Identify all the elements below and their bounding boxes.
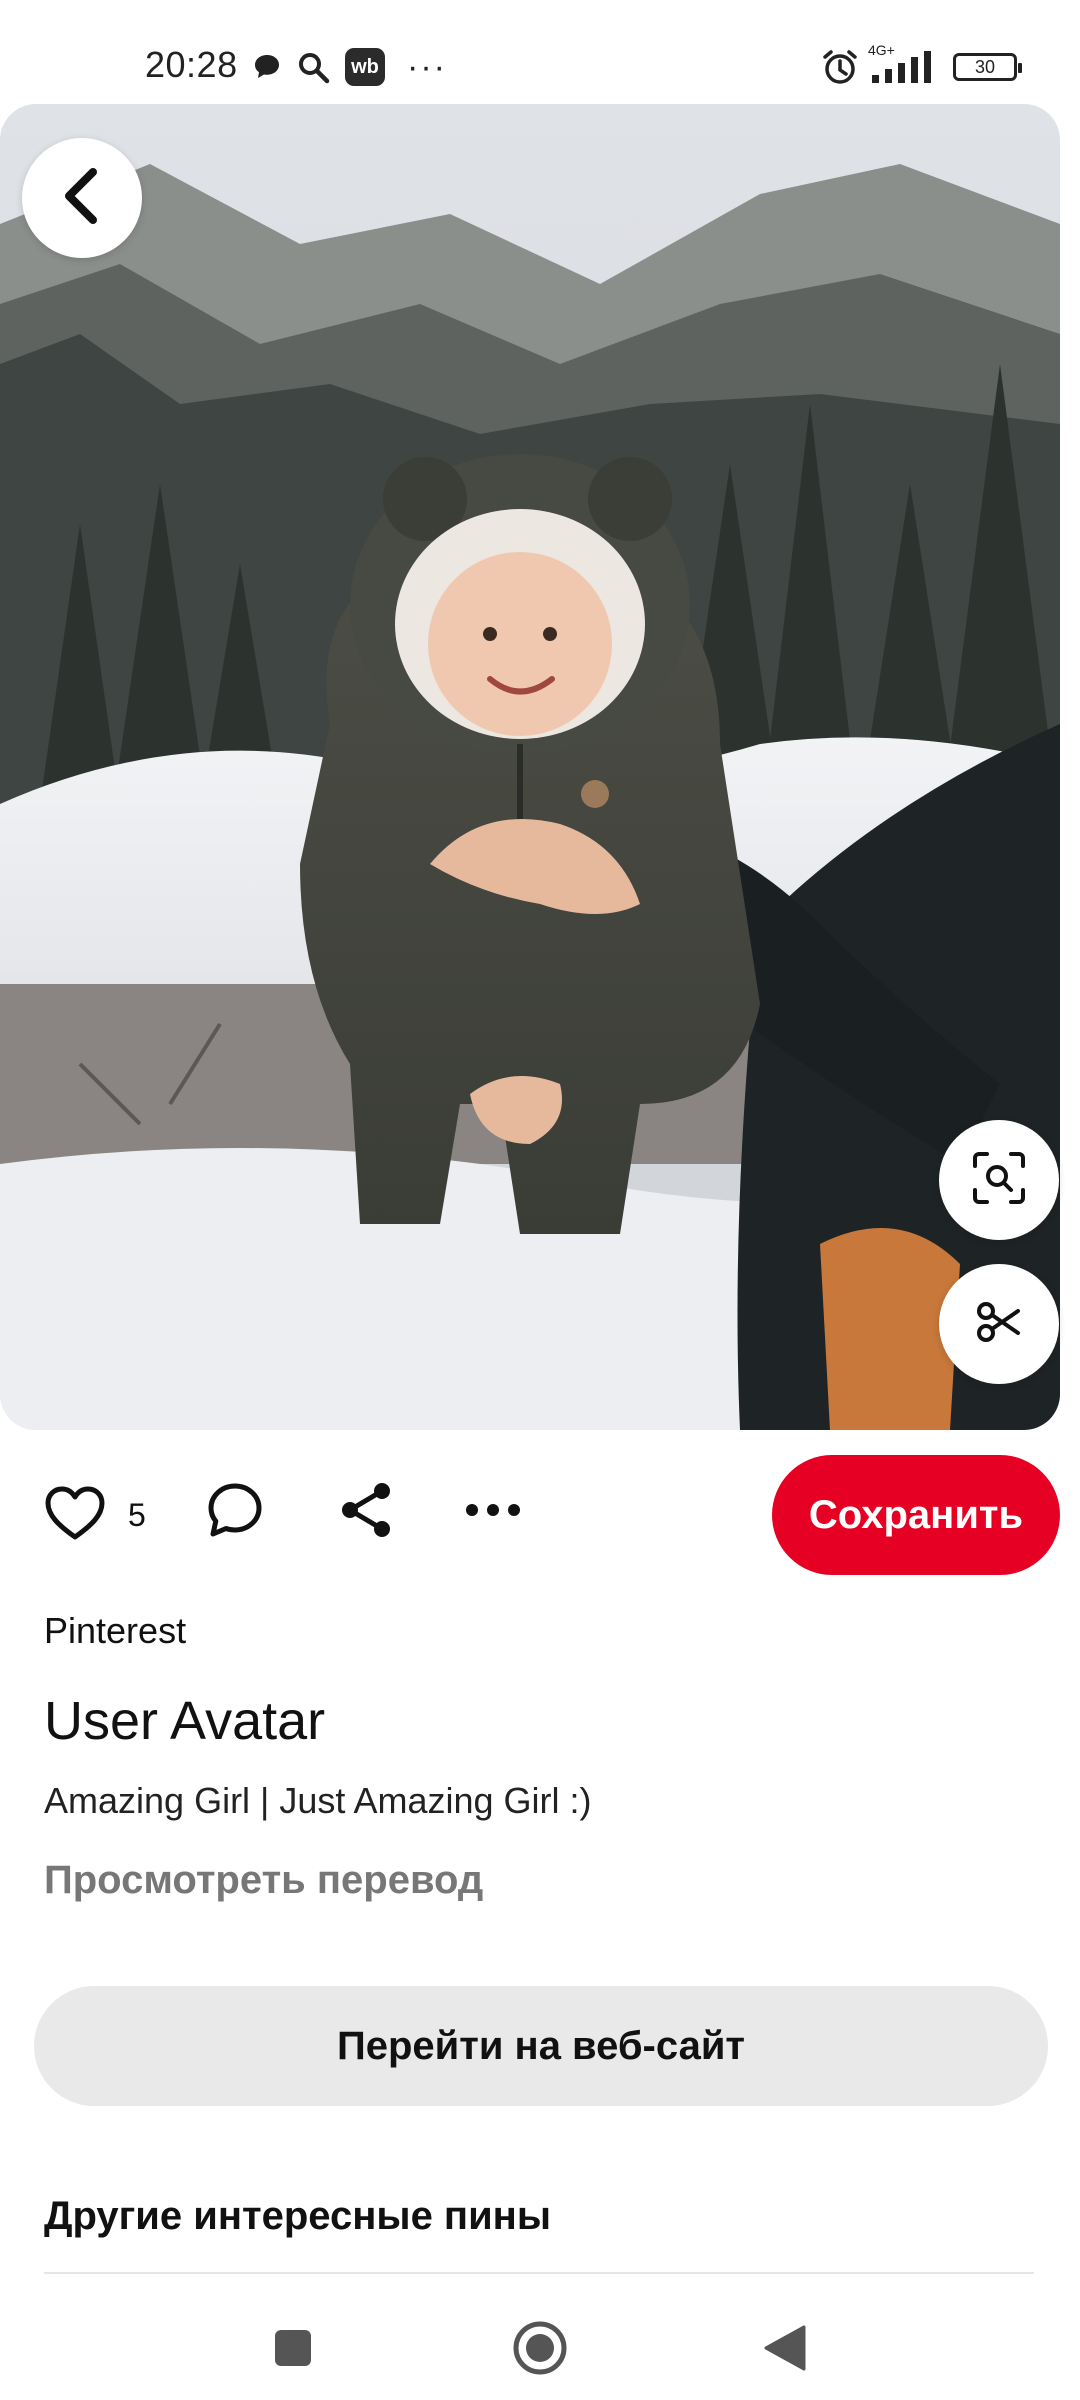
recents-square-icon: [271, 2326, 315, 2375]
comment-button[interactable]: [204, 1481, 266, 1543]
save-button[interactable]: Сохранить: [772, 1455, 1060, 1575]
pin-photo: [0, 104, 1060, 1430]
home-circle-icon: [512, 2320, 568, 2381]
pin-image[interactable]: [0, 104, 1060, 1430]
battery-level: 30: [953, 53, 1022, 81]
pin-title: User Avatar: [44, 1691, 326, 1751]
system-nav-bar: [0, 2290, 1080, 2400]
pin-source[interactable]: Pinterest: [44, 1610, 186, 1652]
pin-actions: 5 Сохранить: [0, 1455, 1080, 1575]
more-options-button[interactable]: [462, 1481, 524, 1543]
signal-icon: 4G+: [868, 42, 938, 84]
view-translation-link[interactable]: Просмотреть перевод: [44, 1858, 483, 1903]
visual-search-button[interactable]: [939, 1120, 1059, 1240]
alarm-icon: [820, 50, 860, 84]
scissors-icon: [974, 1297, 1024, 1352]
home-button[interactable]: [500, 2310, 580, 2390]
battery-icon: 30: [950, 50, 1022, 84]
like-count: 5: [128, 1497, 146, 1533]
back-button[interactable]: [22, 138, 142, 258]
search-icon: [295, 50, 331, 84]
visit-website-button[interactable]: Перейти на веб-сайт: [34, 1986, 1048, 2106]
chat-bubble-icon: [250, 50, 284, 84]
visual-search-icon: [971, 1150, 1027, 1211]
back-triangle-icon: [762, 2323, 808, 2378]
nav-back-button[interactable]: [745, 2310, 825, 2390]
more-dots-icon: ···: [407, 48, 447, 86]
more-icon: [464, 1500, 522, 1525]
pin-description: Amazing Girl | Just Amazing Girl :): [44, 1780, 592, 1821]
divider: [44, 2272, 1034, 2274]
network-type: 4G+: [868, 42, 895, 58]
wb-app-icon: wb: [345, 48, 385, 86]
cutout-button[interactable]: [939, 1264, 1059, 1384]
more-pins-heading: Другие интересные пины: [44, 2194, 551, 2238]
recents-button[interactable]: [253, 2310, 333, 2390]
share-icon: [338, 1481, 396, 1544]
like-button[interactable]: [44, 1481, 106, 1549]
status-bar: 20:28 wb ··· 4G+ 30: [0, 0, 1080, 100]
status-time: 20:28: [145, 44, 238, 85]
back-arrow-icon: [57, 166, 107, 231]
share-button[interactable]: [336, 1481, 398, 1543]
heart-icon: [44, 1485, 106, 1546]
comment-icon: [206, 1481, 264, 1544]
